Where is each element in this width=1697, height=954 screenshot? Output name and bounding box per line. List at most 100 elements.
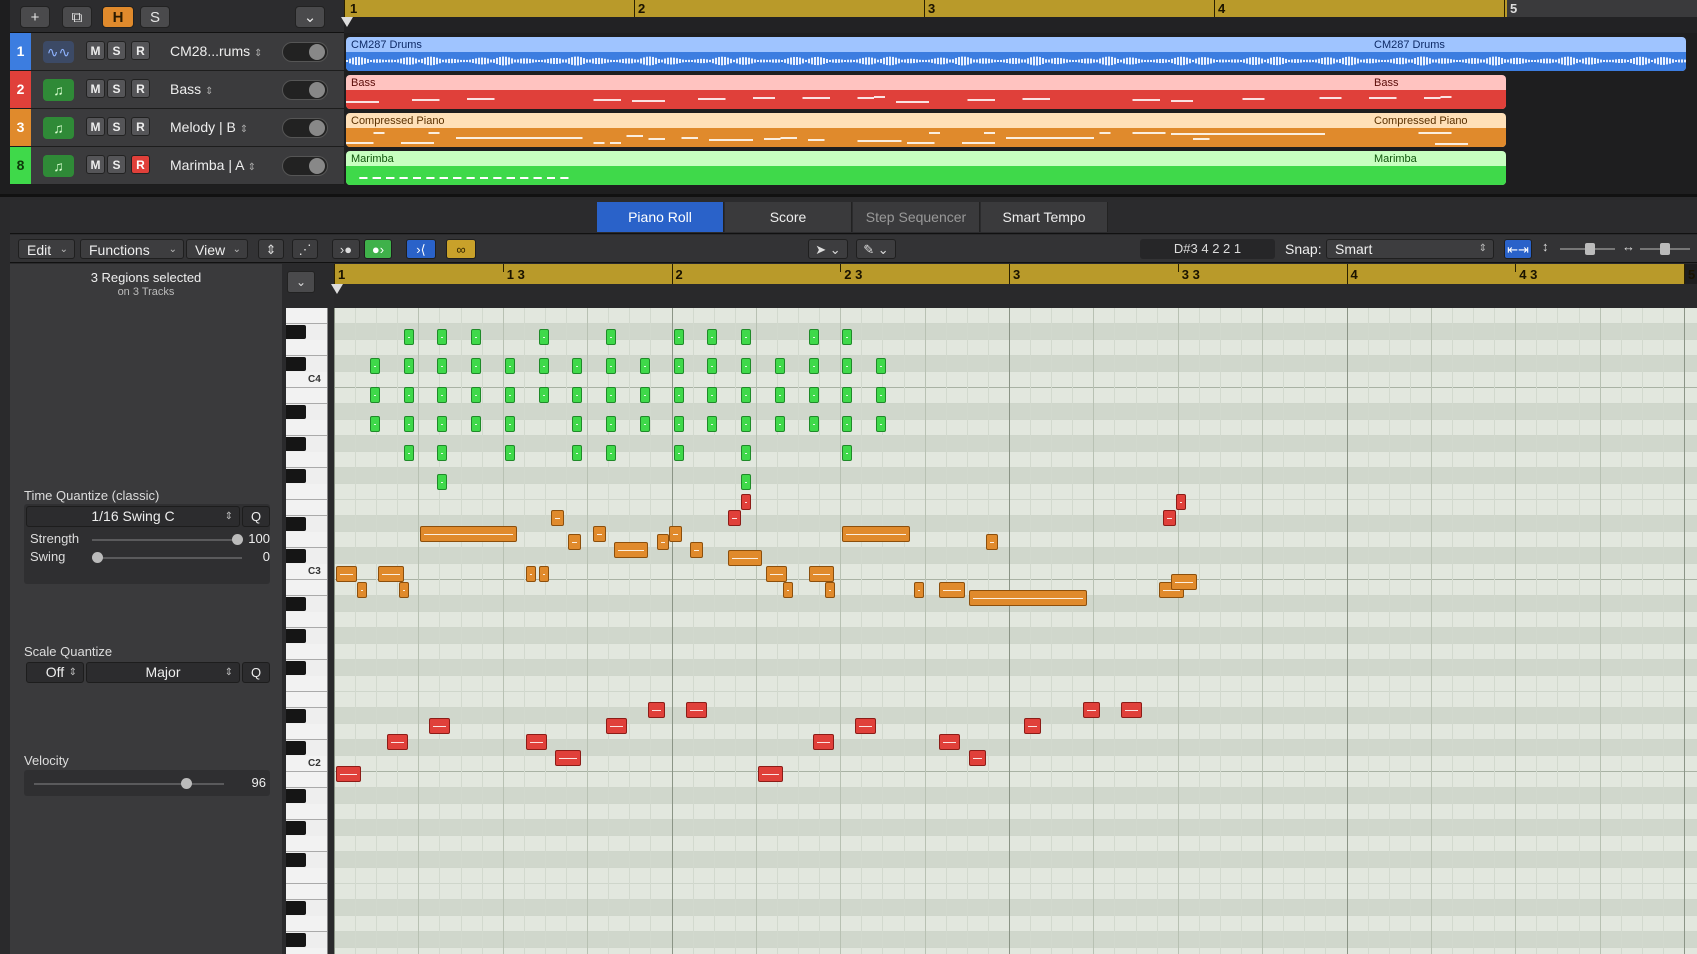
marimba-note[interactable]: [606, 416, 616, 432]
marimba-note[interactable]: [741, 474, 751, 490]
marimba-note[interactable]: [842, 329, 852, 345]
black-key[interactable]: [286, 661, 306, 675]
marimba-note[interactable]: [437, 387, 447, 403]
marimba-note[interactable]: [505, 416, 515, 432]
velocity-track[interactable]: [34, 783, 224, 785]
pitch-lane[interactable]: [334, 532, 1697, 548]
marimba-note[interactable]: [809, 387, 819, 403]
piano-note[interactable]: [657, 534, 670, 550]
bass-note[interactable]: [387, 734, 408, 750]
pitch-lane[interactable]: [334, 308, 1697, 324]
track-header-2[interactable]: 2♫MSRBass ⇕: [10, 71, 344, 109]
piano-note[interactable]: [969, 590, 1087, 606]
bass-note[interactable]: [429, 718, 450, 734]
tab-smart-tempo[interactable]: Smart Tempo: [981, 202, 1108, 232]
pointer-tool-icon[interactable]: ➤ ⌄: [808, 239, 848, 259]
marimba-note[interactable]: [842, 445, 852, 461]
mute-button[interactable]: M: [86, 41, 105, 60]
black-key[interactable]: [286, 933, 306, 947]
marimba-note[interactable]: [842, 416, 852, 432]
velocity-knob[interactable]: [181, 778, 192, 789]
track-name[interactable]: Marimba | A ⇕: [170, 157, 256, 173]
catch-icon[interactable]: ›⟨: [406, 239, 436, 259]
bass-note[interactable]: [1163, 510, 1176, 526]
black-key[interactable]: [286, 741, 306, 755]
mute-button[interactable]: M: [86, 117, 105, 136]
time-quantize-q-button[interactable]: Q: [242, 506, 270, 527]
white-key[interactable]: [286, 564, 328, 580]
track-name[interactable]: Bass ⇕: [170, 81, 213, 97]
marimba-note[interactable]: [842, 387, 852, 403]
white-key[interactable]: [286, 644, 328, 660]
piano-note[interactable]: [539, 566, 549, 582]
black-key[interactable]: [286, 325, 306, 339]
marimba-note[interactable]: [539, 358, 549, 374]
marimba-note[interactable]: [876, 387, 886, 403]
region-drums[interactable]: CM287 Drums CM287 Drums: [346, 37, 1686, 71]
white-key[interactable]: [286, 500, 328, 516]
marimba-note[interactable]: [809, 416, 819, 432]
white-key[interactable]: [286, 452, 328, 468]
bass-note[interactable]: [686, 702, 707, 718]
marimba-note[interactable]: [775, 416, 785, 432]
record-arm-button[interactable]: R: [131, 79, 150, 98]
pitch-lane[interactable]: [334, 932, 1697, 948]
marimba-note[interactable]: [505, 445, 515, 461]
black-key[interactable]: [286, 789, 306, 803]
black-key[interactable]: [286, 357, 306, 371]
bass-note[interactable]: [606, 718, 627, 734]
marimba-note[interactable]: [606, 387, 616, 403]
white-key[interactable]: [286, 388, 328, 404]
tab-piano-roll[interactable]: Piano Roll: [597, 202, 724, 232]
hide-button[interactable]: H: [102, 6, 134, 28]
marimba-note[interactable]: [809, 329, 819, 345]
white-key[interactable]: [286, 884, 328, 900]
piano-note[interactable]: [399, 582, 409, 598]
pitch-lane[interactable]: [334, 820, 1697, 836]
bass-note[interactable]: [526, 734, 547, 750]
bass-note[interactable]: [741, 494, 751, 510]
editor-playhead-icon[interactable]: [331, 284, 343, 294]
add-track-button[interactable]: +: [20, 6, 50, 28]
bass-note[interactable]: [648, 702, 665, 718]
pitch-lane[interactable]: [334, 372, 1697, 388]
piano-note[interactable]: [783, 582, 793, 598]
marimba-note[interactable]: [606, 445, 616, 461]
piano-note[interactable]: [842, 526, 910, 542]
marimba-note[interactable]: [640, 416, 650, 432]
collapse-mode-icon[interactable]: ⇤⇥: [1504, 239, 1532, 259]
solo-button[interactable]: S: [107, 41, 126, 60]
bass-note[interactable]: [1121, 702, 1142, 718]
pitch-lane[interactable]: [334, 868, 1697, 884]
piano-note[interactable]: [766, 566, 787, 582]
marimba-note[interactable]: [606, 329, 616, 345]
bass-note[interactable]: [939, 734, 960, 750]
track-header-1[interactable]: 1∿∿MSRCM28...rums ⇕: [10, 33, 344, 71]
pitch-lane[interactable]: [334, 804, 1697, 820]
marimba-note[interactable]: [505, 387, 515, 403]
pitch-lane[interactable]: [334, 916, 1697, 932]
white-key[interactable]: [286, 804, 328, 820]
collapse-button[interactable]: ⌄: [295, 6, 325, 28]
track-header-3[interactable]: 3♫MSRMelody | B ⇕: [10, 109, 344, 147]
marimba-note[interactable]: [775, 358, 785, 374]
pitch-lane[interactable]: [334, 900, 1697, 916]
midi-in-icon[interactable]: ›●: [332, 239, 360, 259]
marimba-note[interactable]: [471, 387, 481, 403]
bass-note[interactable]: [336, 766, 361, 782]
marimba-note[interactable]: [404, 416, 414, 432]
solo-button[interactable]: S: [107, 117, 126, 136]
strength-track[interactable]: [92, 539, 242, 541]
pitch-lane[interactable]: [334, 548, 1697, 564]
pitch-lane[interactable]: [334, 884, 1697, 900]
top-ruler[interactable]: 1 2 3 4 5: [344, 0, 1697, 33]
playhead-icon[interactable]: [341, 17, 353, 27]
vertical-zoom-knob[interactable]: [1585, 243, 1595, 255]
pitch-lane[interactable]: [334, 644, 1697, 660]
tab-score[interactable]: Score: [725, 202, 852, 232]
black-key[interactable]: [286, 853, 306, 867]
pitch-lane[interactable]: [334, 852, 1697, 868]
pitch-lane[interactable]: [334, 484, 1697, 500]
horizontal-zoom-knob[interactable]: [1660, 243, 1670, 255]
white-key[interactable]: [286, 724, 328, 740]
